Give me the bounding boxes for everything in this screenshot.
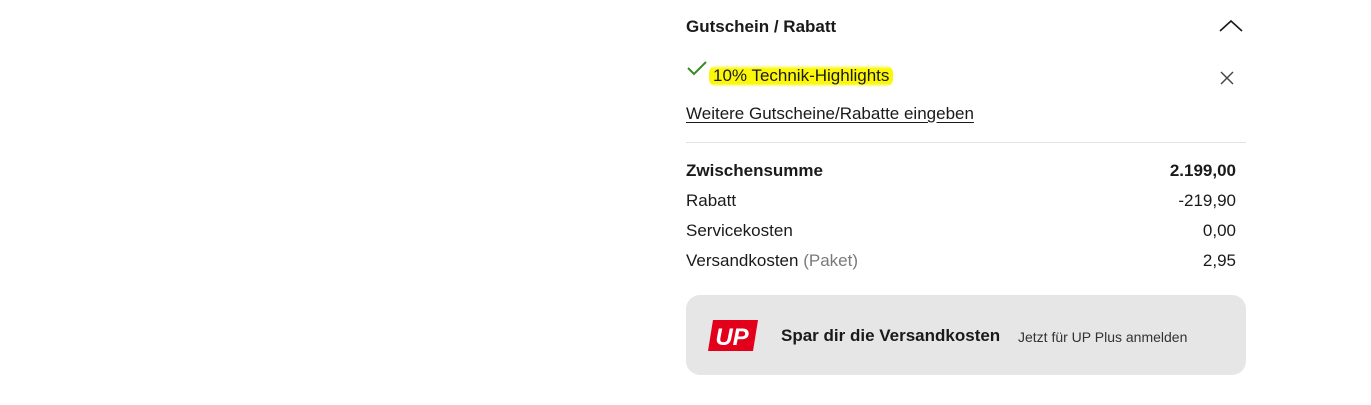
enter-more-coupons-link[interactable]: Weitere Gutscheine/Rabatte eingeben — [686, 104, 974, 124]
summary-value: 0,00 — [1202, 221, 1236, 240]
summary-value: 2.199,00 — [1169, 161, 1236, 180]
summary-value: -219,90 — [1178, 191, 1236, 210]
applied-coupon-name: 10% Technik-Highlights — [709, 65, 894, 87]
up-logo-icon: UP — [708, 320, 758, 351]
summary-label: Versandkosten (Paket) — [686, 251, 858, 271]
promo-title: Spar dir die Versandkosten — [781, 326, 1001, 345]
summary-row-subtotal: Zwischensumme 2.199,00 — [686, 158, 1236, 188]
summary-label: Zwischensumme — [686, 161, 823, 180]
summary-label: Servicekosten — [686, 221, 793, 240]
summary-row-service-costs: Servicekosten 0,00 — [686, 218, 1236, 248]
shipping-label-text: Versandkosten — [686, 251, 799, 270]
coupon-section-header[interactable]: Gutschein / Rabatt — [686, 0, 1246, 56]
shipping-type-note: (Paket) — [803, 251, 858, 270]
checkmark-icon — [686, 59, 708, 77]
order-summary-panel: Gutschein / Rabatt 10% Technik-Highlight… — [686, 0, 1246, 375]
summary-row-shipping-costs: Versandkosten (Paket) 2,95 — [686, 248, 1236, 278]
divider — [686, 142, 1246, 143]
price-summary: Zwischensumme 2.199,00 Rabatt -219,90 Se… — [686, 158, 1236, 278]
summary-value: 2,95 — [1202, 251, 1236, 270]
applied-coupon-row: 10% Technik-Highlights — [686, 56, 1246, 96]
chevron-up-icon[interactable] — [1218, 16, 1244, 36]
close-icon[interactable] — [1219, 70, 1235, 86]
up-plus-promo-banner[interactable]: UP Spar dir die Versandkosten Jetzt für … — [686, 295, 1246, 375]
summary-label: Rabatt — [686, 191, 737, 210]
promo-subtitle: Jetzt für UP Plus anmelden — [1018, 329, 1188, 345]
coupon-section-title: Gutschein / Rabatt — [686, 17, 837, 36]
up-logo-text: UP — [715, 324, 749, 351]
summary-row-discount: Rabatt -219,90 — [686, 188, 1236, 218]
